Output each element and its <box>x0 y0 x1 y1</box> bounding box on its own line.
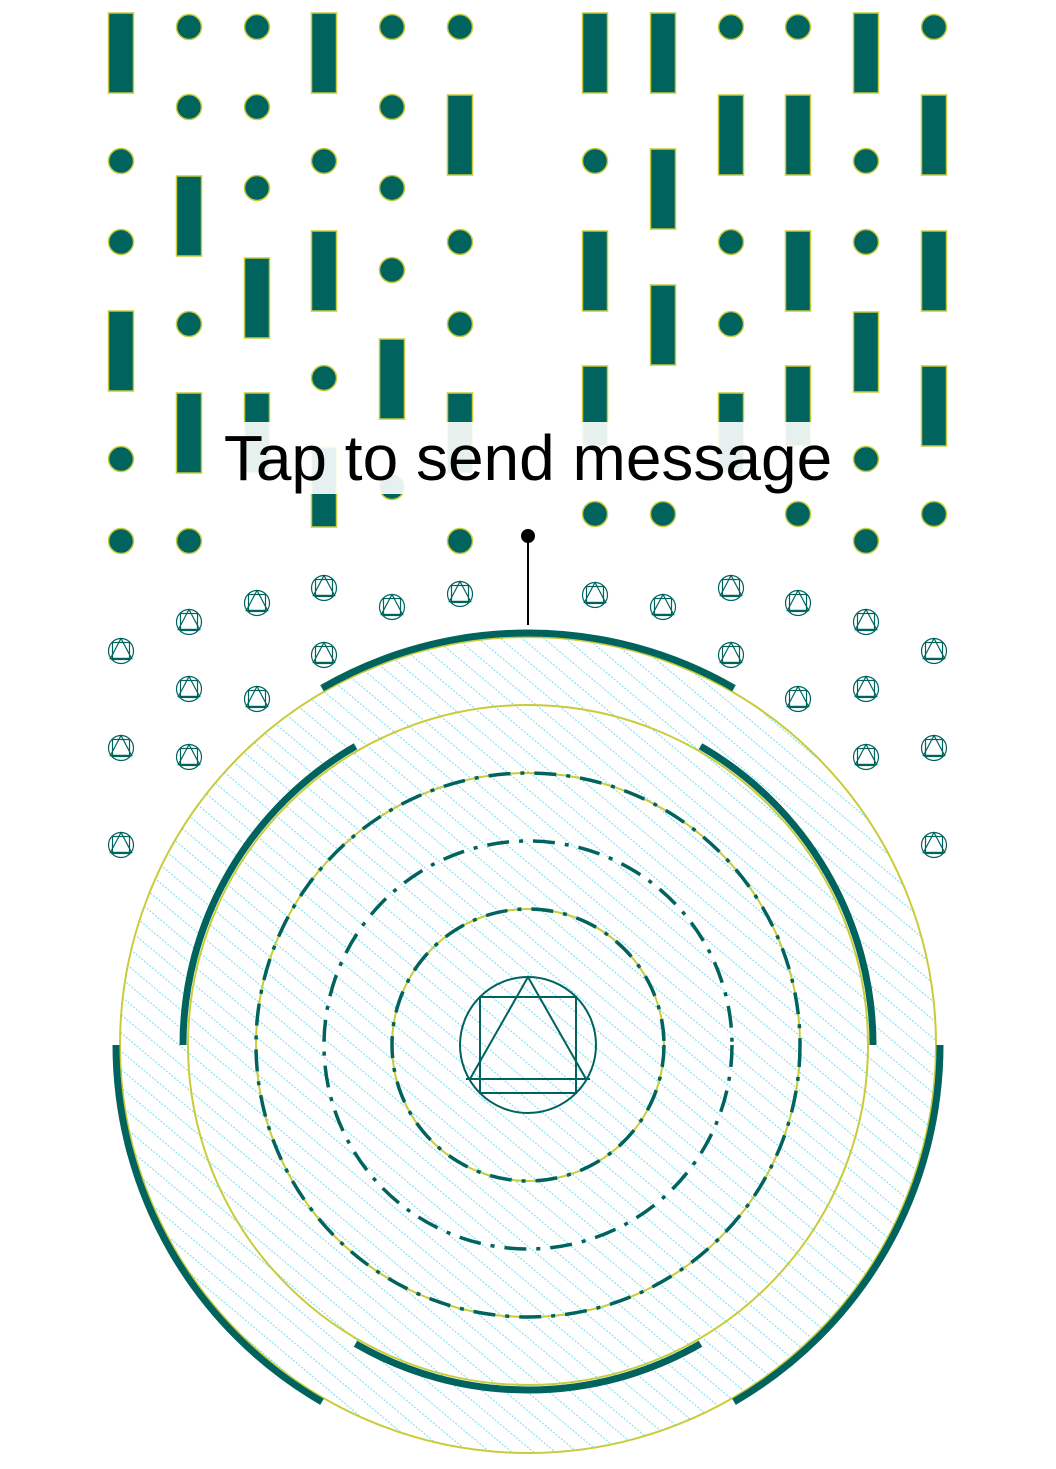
grid-dash <box>378 338 406 420</box>
grid-dot <box>378 13 406 41</box>
circled-triangle-icon <box>175 743 203 771</box>
grid-dot <box>717 310 745 338</box>
grid-dot <box>107 228 135 256</box>
circled-triangle-icon <box>446 580 474 608</box>
grid-dot <box>717 228 745 256</box>
circled-triangle-icon <box>310 574 338 602</box>
circled-triangle-icon <box>717 574 745 602</box>
grid-dash <box>920 230 948 312</box>
grid-dot <box>920 13 948 41</box>
circled-triangle-icon <box>243 589 271 617</box>
grid-dash <box>852 311 880 393</box>
send-message-callout[interactable]: Tap to send message <box>0 418 1056 498</box>
circled-triangle-icon <box>175 675 203 703</box>
grid-dot <box>852 228 880 256</box>
grid-dot <box>310 364 338 392</box>
grid-dot <box>378 256 406 284</box>
circled-triangle-icon <box>175 608 203 636</box>
circled-triangle-icon <box>852 675 880 703</box>
grid-dot <box>581 500 609 528</box>
grid-dot <box>310 147 338 175</box>
grid-dash <box>310 12 338 94</box>
grid-dash <box>310 230 338 312</box>
grid-dash <box>784 94 812 176</box>
grid-dash <box>649 12 677 94</box>
circled-triangle-icon <box>784 589 812 617</box>
grid-dot <box>175 310 203 338</box>
grid-dash <box>784 230 812 312</box>
dial-hatch-fill <box>120 637 936 1453</box>
grid-dot <box>446 310 474 338</box>
callout-anchor-dot <box>521 529 535 543</box>
grid-dot <box>852 147 880 175</box>
circled-triangle-icon <box>107 637 135 665</box>
grid-dash <box>581 12 609 94</box>
grid-dot <box>717 13 745 41</box>
grid-dot <box>378 93 406 121</box>
circled-triangle-icon <box>378 593 406 621</box>
circled-triangle-icon <box>920 831 948 859</box>
grid-dot <box>175 93 203 121</box>
grid-dash <box>649 148 677 230</box>
grid-dot <box>784 13 812 41</box>
circled-triangle-icon <box>243 685 271 713</box>
circled-triangle-icon <box>107 831 135 859</box>
grid-dot <box>243 13 271 41</box>
grid-dot <box>852 527 880 555</box>
grid-dot <box>446 13 474 41</box>
circled-triangle-icon <box>717 641 745 669</box>
grid-dot <box>243 93 271 121</box>
grid-dot <box>446 228 474 256</box>
grid-dash <box>717 94 745 176</box>
grid-dot <box>378 174 406 202</box>
grid-dash <box>649 284 677 366</box>
message-diagram: Tap to send message <box>0 0 1056 1469</box>
circled-triangle-icon <box>920 637 948 665</box>
circled-triangle-icon <box>852 743 880 771</box>
circled-triangle-icon <box>649 593 677 621</box>
grid-dash <box>107 310 135 392</box>
grid-dash <box>920 94 948 176</box>
grid-dot <box>175 527 203 555</box>
grid-dash <box>852 12 880 94</box>
grid-dot <box>649 500 677 528</box>
grid-dot <box>107 527 135 555</box>
grid-dash <box>243 257 271 339</box>
grid-dash <box>175 175 203 257</box>
circled-triangle-icon <box>581 581 609 609</box>
circled-triangle-icon <box>852 608 880 636</box>
circled-triangle-icon <box>920 734 948 762</box>
grid-dash <box>107 12 135 94</box>
grid-dot <box>446 527 474 555</box>
circled-triangle-icon <box>310 641 338 669</box>
send-dial[interactable] <box>112 529 944 1454</box>
grid-dash <box>446 94 474 176</box>
circled-triangle-icon <box>107 734 135 762</box>
grid-dash <box>581 230 609 312</box>
grid-dot <box>581 147 609 175</box>
grid-dot <box>107 147 135 175</box>
grid-dot <box>920 500 948 528</box>
grid-dot <box>243 174 271 202</box>
circled-triangle-icon <box>784 685 812 713</box>
callout-label: Tap to send message <box>219 422 837 494</box>
pattern-canvas <box>107 12 948 1454</box>
grid-dot <box>784 500 812 528</box>
grid-dot <box>175 13 203 41</box>
